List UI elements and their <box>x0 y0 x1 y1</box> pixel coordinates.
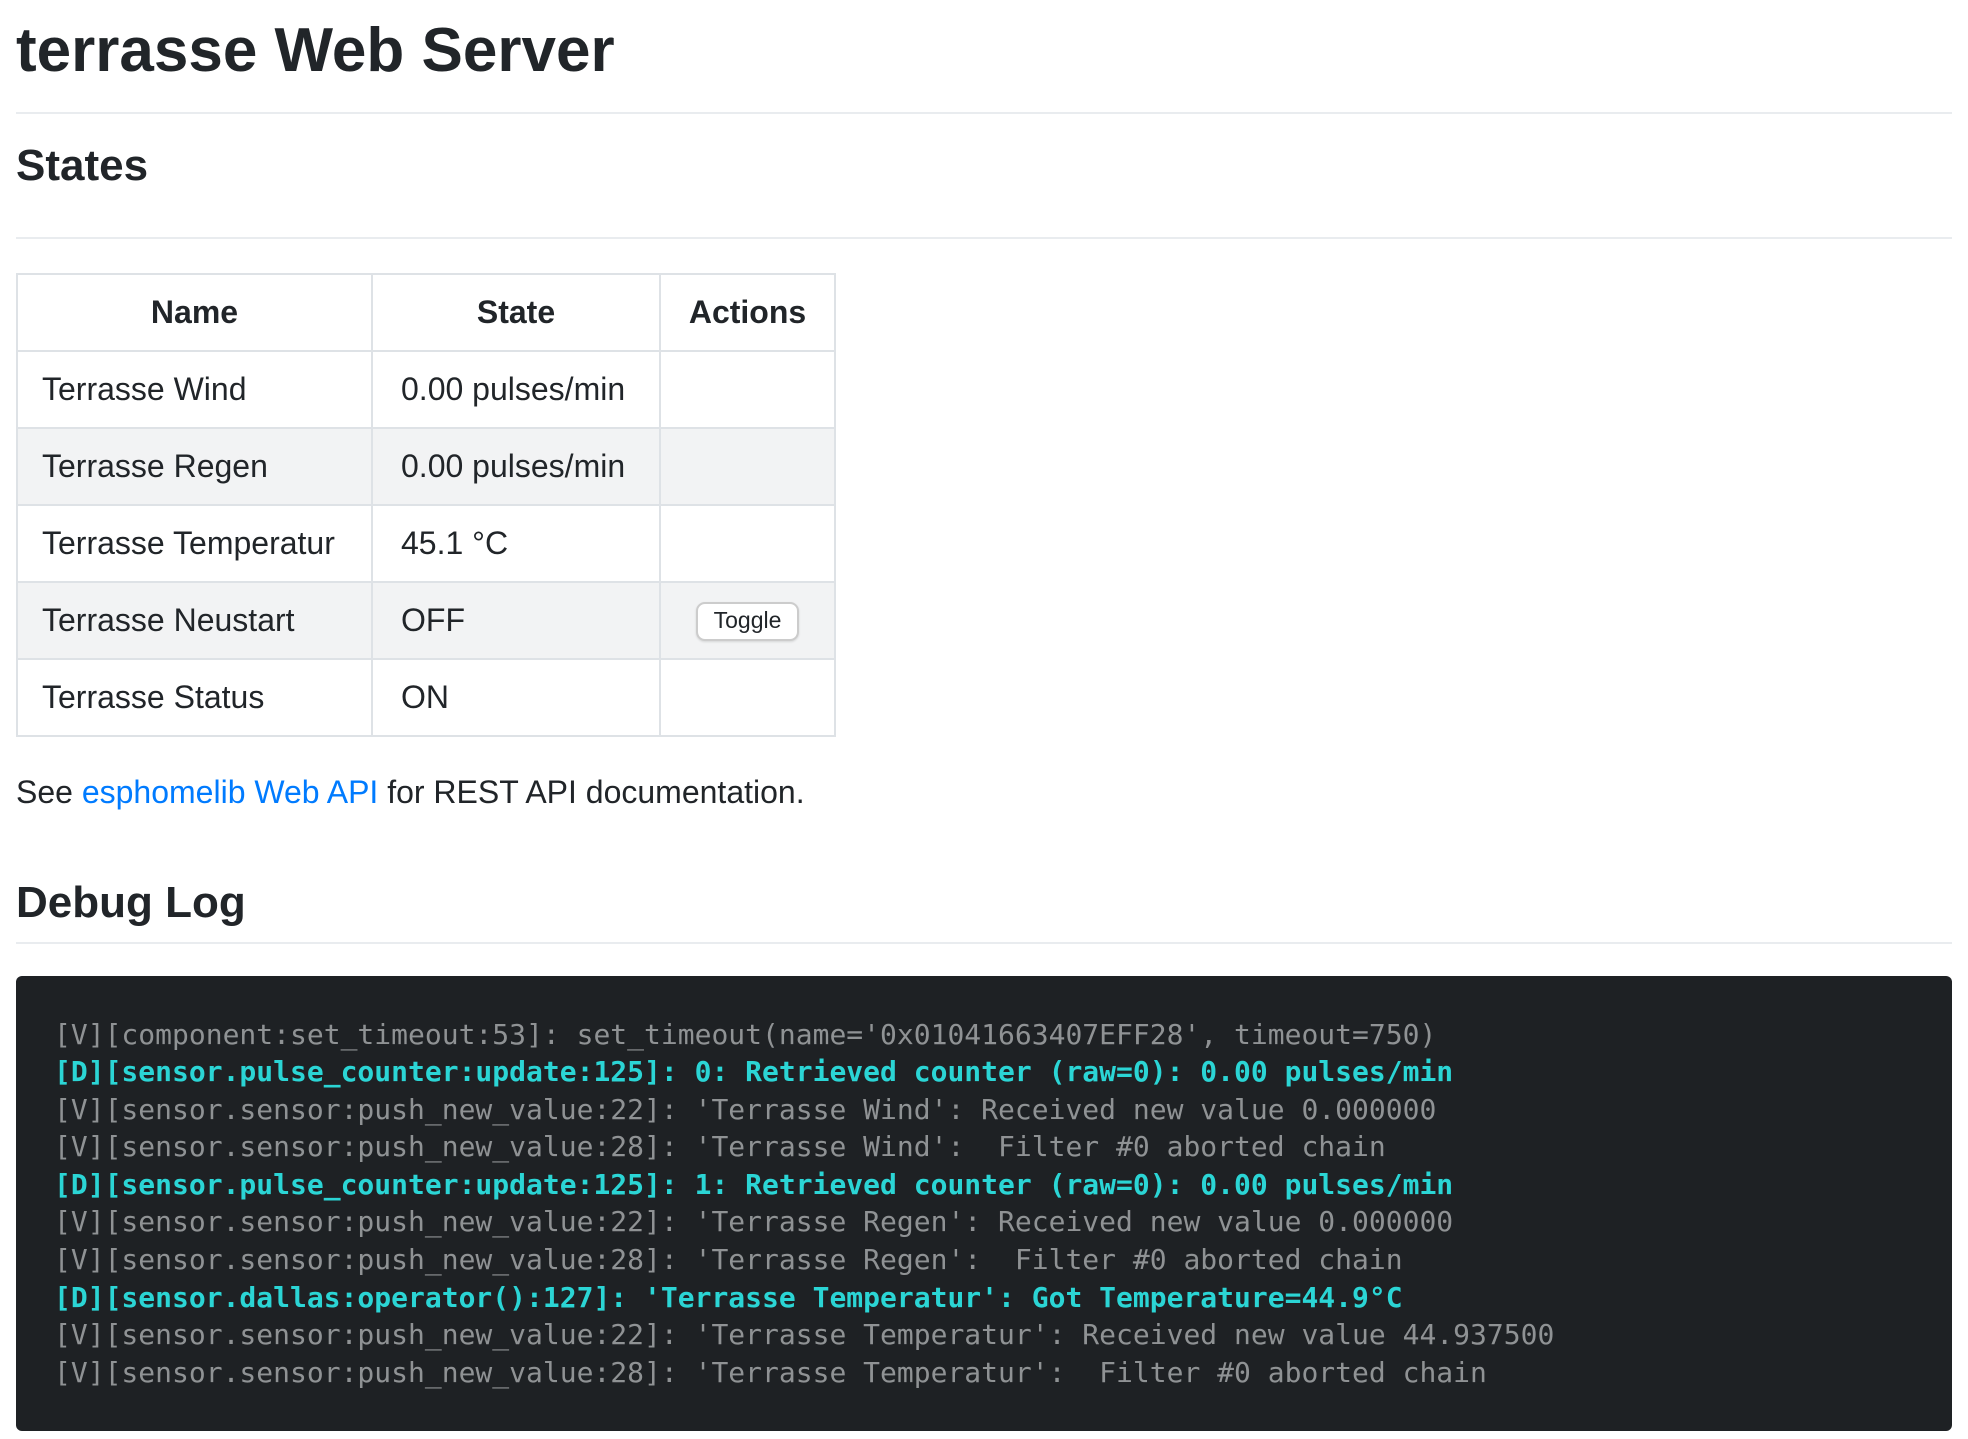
log-line: [D][sensor.pulse_counter:update:125]: 0:… <box>54 1053 1914 1091</box>
api-note-prefix: See <box>16 774 82 810</box>
entity-name: Terrasse Temperatur <box>17 505 372 582</box>
entity-name: Terrasse Status <box>17 659 372 736</box>
debug-divider <box>16 942 1952 944</box>
log-line: [V][sensor.sensor:push_new_value:22]: 'T… <box>54 1203 1914 1241</box>
esphomelib-web-api-link[interactable]: esphomelib Web API <box>82 774 378 810</box>
entity-state: ON <box>372 659 660 736</box>
states-divider <box>16 237 1952 239</box>
table-row-terrasse-temperatur: Terrasse Temperatur 45.1 °C <box>17 505 835 582</box>
column-header-state: State <box>372 274 660 351</box>
log-line: [D][sensor.dallas:operator():127]: 'Terr… <box>54 1279 1914 1317</box>
entity-actions <box>660 428 835 505</box>
title-divider <box>16 112 1952 114</box>
entity-actions <box>660 351 835 428</box>
log-line: [V][sensor.sensor:push_new_value:22]: 'T… <box>54 1316 1914 1354</box>
table-row-terrasse-status: Terrasse Status ON <box>17 659 835 736</box>
table-row-terrasse-neustart: Terrasse Neustart OFF Toggle <box>17 582 835 659</box>
states-heading: States <box>16 138 1952 193</box>
table-row-terrasse-regen: Terrasse Regen 0.00 pulses/min <box>17 428 835 505</box>
states-table-header-row: Name State Actions <box>17 274 835 351</box>
log-line: [V][sensor.sensor:push_new_value:28]: 'T… <box>54 1241 1914 1279</box>
api-note: See esphomelib Web API for REST API docu… <box>16 773 1952 811</box>
entity-state: 0.00 pulses/min <box>372 351 660 428</box>
entity-name: Terrasse Regen <box>17 428 372 505</box>
table-row-terrasse-wind: Terrasse Wind 0.00 pulses/min <box>17 351 835 428</box>
column-header-actions: Actions <box>660 274 835 351</box>
entity-state: 0.00 pulses/min <box>372 428 660 505</box>
api-note-suffix: for REST API documentation. <box>378 774 804 810</box>
debug-log-heading: Debug Log <box>16 875 1952 930</box>
log-line: [V][sensor.sensor:push_new_value:28]: 'T… <box>54 1128 1914 1166</box>
entity-state: 45.1 °C <box>372 505 660 582</box>
log-line: [D][sensor.pulse_counter:update:125]: 1:… <box>54 1166 1914 1204</box>
entity-state: OFF <box>372 582 660 659</box>
column-header-name: Name <box>17 274 372 351</box>
entity-actions: Toggle <box>660 582 835 659</box>
page-title: terrasse Web Server <box>16 12 1952 90</box>
states-table: Name State Actions Terrasse Wind 0.00 pu… <box>16 273 836 737</box>
entity-actions <box>660 659 835 736</box>
toggle-button[interactable]: Toggle <box>696 602 800 641</box>
log-line: [V][component:set_timeout:53]: set_timeo… <box>54 1016 1914 1054</box>
log-line: [V][sensor.sensor:push_new_value:22]: 'T… <box>54 1091 1914 1129</box>
entity-name: Terrasse Neustart <box>17 582 372 659</box>
debug-log-console: [V][component:set_timeout:53]: set_timeo… <box>16 976 1952 1432</box>
log-line: [V][sensor.sensor:push_new_value:28]: 'T… <box>54 1354 1914 1392</box>
entity-actions <box>660 505 835 582</box>
entity-name: Terrasse Wind <box>17 351 372 428</box>
